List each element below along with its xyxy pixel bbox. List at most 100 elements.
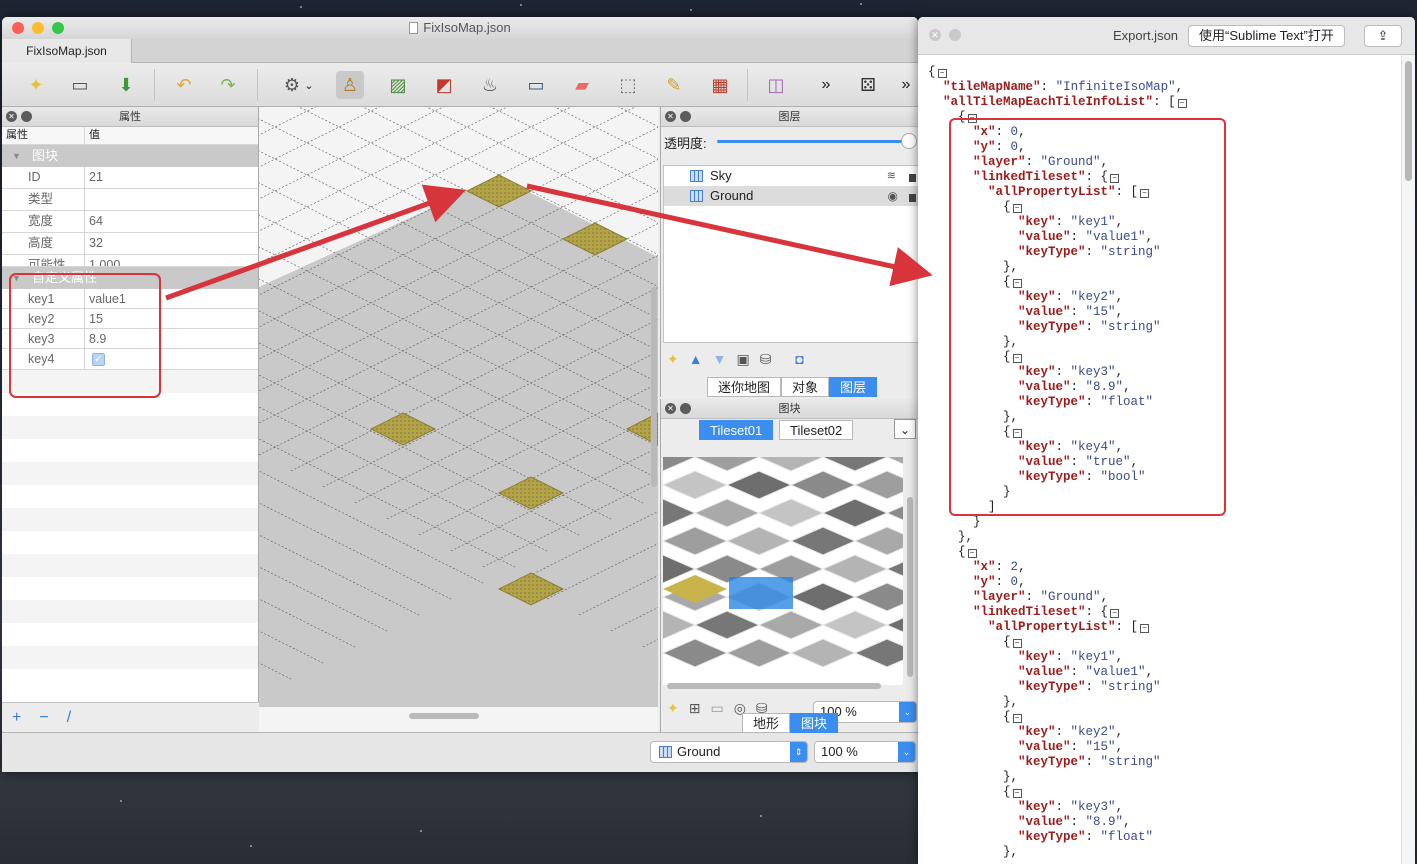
property-row[interactable]: 类型	[2, 189, 258, 211]
redo-icon[interactable]: ↷	[214, 71, 242, 99]
tileset-tile[interactable]	[663, 526, 729, 556]
rename-property-button[interactable]: /	[67, 709, 71, 726]
tileset-tile[interactable]	[725, 526, 793, 556]
rect-select-icon[interactable]: ⬚	[614, 71, 642, 99]
tileset-tile[interactable]	[853, 582, 903, 612]
tileset-view[interactable]	[663, 457, 903, 685]
export-tileset-icon[interactable]: ▭	[710, 700, 723, 717]
tileset-tile[interactable]	[663, 470, 729, 500]
eraser-icon[interactable]: ▰	[568, 71, 596, 99]
random-mode-dice-icon[interactable]: ⚄	[854, 71, 882, 99]
layer-row-sky[interactable]: Sky ≋	[664, 166, 918, 186]
custom-property-row[interactable]: key4 ✓	[2, 349, 258, 370]
tileset-tile[interactable]	[821, 610, 889, 640]
tileset-tile[interactable]	[693, 498, 761, 528]
zoom-window-button[interactable]	[52, 22, 64, 34]
float-panel-icon[interactable]	[680, 111, 691, 122]
tileset-tile[interactable]	[789, 526, 857, 556]
export-scrollbar[interactable]	[1401, 55, 1415, 864]
tileset-tile[interactable]	[885, 499, 903, 527]
select-objects-icon[interactable]: ◫	[762, 71, 790, 99]
share-icon[interactable]: ⇪	[1364, 25, 1402, 47]
tileset-tile[interactable]	[693, 610, 761, 640]
property-row[interactable]: 可能性 1.000	[2, 255, 258, 267]
save-file-icon[interactable]: ⬇	[112, 71, 140, 99]
tileset-horizontal-scrollbar[interactable]	[667, 683, 881, 689]
tileset-tile[interactable]	[853, 638, 903, 668]
hidden-eye-icon[interactable]: ≋	[887, 166, 896, 186]
wang-brush-icon[interactable]: ◩	[430, 71, 458, 99]
open-with-sublime-button[interactable]: 使用“Sublime Text”打开	[1188, 25, 1345, 47]
tileset-tile[interactable]	[789, 638, 857, 668]
lower-layer-icon[interactable]: ▼	[713, 351, 727, 368]
group-custom-properties[interactable]: 自定义属性	[2, 267, 258, 289]
undo-icon[interactable]: ↶	[170, 71, 198, 99]
group-tile[interactable]: 图块	[2, 145, 258, 167]
tileset-tile[interactable]	[663, 610, 697, 640]
opacity-slider-knob[interactable]	[901, 133, 917, 149]
map-vertical-scrollbar[interactable]	[651, 287, 657, 487]
new-file-icon[interactable]: ✦	[22, 71, 50, 99]
select-same-tile-icon[interactable]: ▦	[706, 71, 734, 99]
tileset-tile[interactable]	[821, 457, 889, 472]
property-row[interactable]: 高度 32	[2, 233, 258, 255]
tileset-tile[interactable]	[663, 498, 697, 528]
opacity-slider[interactable]	[717, 140, 909, 143]
tab-minimap[interactable]: 迷你地图	[707, 377, 782, 397]
lock-icon[interactable]	[909, 194, 916, 202]
tileset-tiles[interactable]	[663, 457, 903, 685]
close-icon[interactable]: ✕	[929, 29, 941, 41]
close-panel-icon[interactable]: ✕	[665, 111, 676, 122]
visible-eye-icon[interactable]: ◉	[888, 186, 898, 206]
add-property-button[interactable]: +	[12, 709, 21, 726]
magic-wand-icon[interactable]: ✎	[660, 71, 688, 99]
fullscreen-icon[interactable]	[949, 29, 961, 41]
map-canvas[interactable]	[259, 107, 658, 732]
custom-property-row[interactable]: key1 value1	[2, 289, 258, 309]
tab-tiles[interactable]: 图块	[790, 713, 839, 733]
tileset-tile[interactable]	[885, 611, 903, 639]
tileset-menu-chevron-icon[interactable]: ⌄	[894, 419, 916, 439]
tileset-tile[interactable]	[725, 470, 793, 500]
open-file-icon[interactable]: ▭	[66, 71, 94, 99]
tab-tileset01[interactable]: Tileset01	[699, 420, 774, 440]
more-tools-2-icon[interactable]: »	[892, 71, 918, 99]
more-tools-icon[interactable]: »	[812, 71, 840, 99]
property-row[interactable]: ID 21	[2, 167, 258, 189]
key4-checkbox[interactable]: ✓	[92, 353, 105, 366]
remove-property-button[interactable]: −	[39, 709, 48, 726]
custom-property-row[interactable]: key2 15	[2, 309, 258, 329]
tab-fixisomap[interactable]: FixIsoMap.json	[2, 39, 132, 63]
layer-properties-icon[interactable]: ◘	[795, 351, 803, 368]
float-panel-icon[interactable]	[680, 403, 691, 414]
custom-property-row[interactable]: key3 8.9	[2, 329, 258, 349]
new-tileset-icon[interactable]: ✦	[667, 700, 679, 717]
tab-objects[interactable]: 对象	[781, 377, 830, 397]
close-panel-icon[interactable]: ✕	[6, 111, 17, 122]
tileset-tile[interactable]	[725, 638, 793, 668]
new-layer-icon[interactable]: ✦	[667, 351, 679, 368]
tileset-tile[interactable]	[693, 457, 761, 472]
tileset-tile[interactable]	[789, 582, 857, 612]
tileset-tile[interactable]	[821, 498, 889, 528]
current-layer-select[interactable]: Ground ⇕	[650, 741, 808, 763]
tileset-tile[interactable]	[757, 457, 825, 472]
map-horizontal-scrollbar[interactable]	[409, 713, 479, 719]
tileset-tile[interactable]	[663, 638, 729, 668]
float-panel-icon[interactable]	[21, 111, 32, 122]
terrain-brush-icon[interactable]: ▨	[384, 71, 412, 99]
tileset-tile[interactable]	[885, 555, 903, 583]
isometric-map[interactable]	[259, 107, 658, 732]
close-window-button[interactable]	[12, 22, 24, 34]
shape-fill-icon[interactable]: ▭	[522, 71, 550, 99]
embed-tileset-icon[interactable]: ⊞	[689, 700, 701, 717]
layer-row-ground[interactable]: Ground ◉	[664, 186, 918, 206]
tab-layers[interactable]: 图层	[829, 377, 878, 397]
bucket-fill-icon[interactable]: ♨	[476, 71, 504, 99]
minimize-window-button[interactable]	[32, 22, 44, 34]
tab-tileset02[interactable]: Tileset02	[779, 420, 854, 440]
property-row[interactable]: 宽度 64	[2, 211, 258, 233]
dropdown-chevron-icon[interactable]: ⌄	[302, 71, 316, 99]
tileset-tile[interactable]	[853, 526, 903, 556]
tileset-tile[interactable]	[663, 457, 697, 472]
